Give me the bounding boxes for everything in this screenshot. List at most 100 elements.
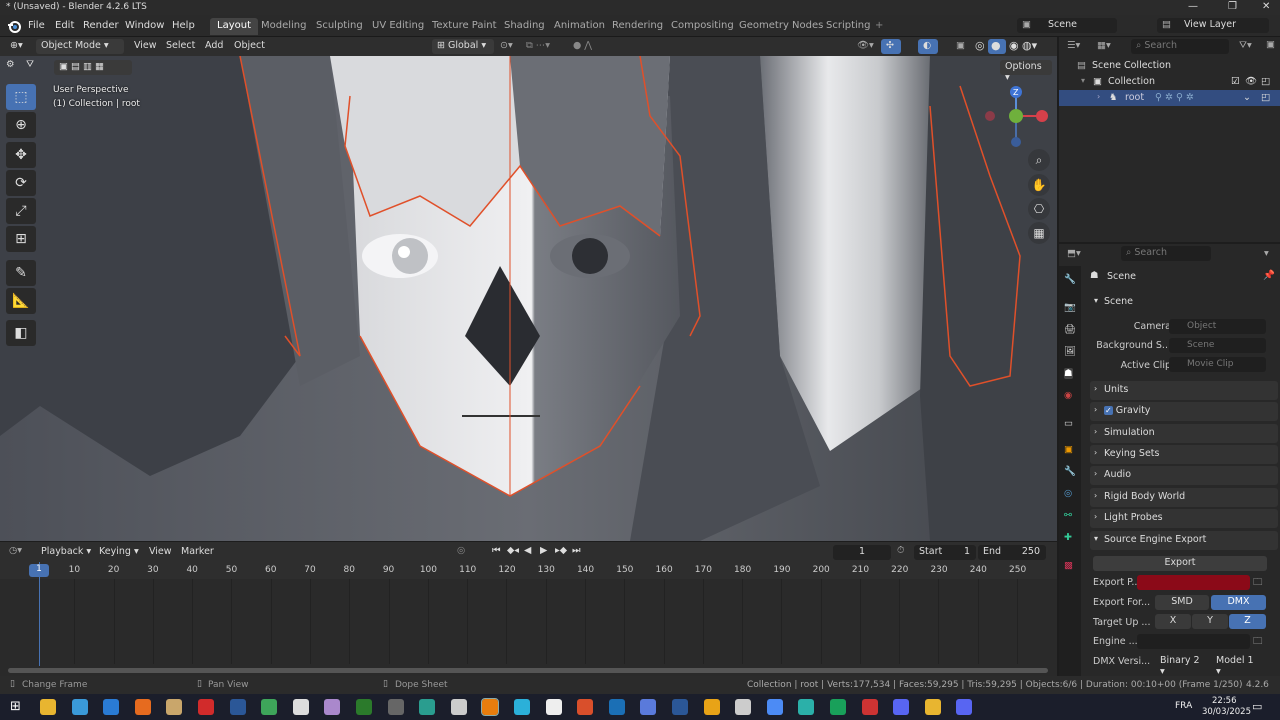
- annotate-tool-icon[interactable]: ✎: [6, 260, 36, 286]
- taskbar-files-icon[interactable]: [514, 699, 530, 715]
- taskbar-word-icon[interactable]: [229, 699, 246, 715]
- scene-tab-icon[interactable]: ☗: [1064, 368, 1073, 379]
- menu-select[interactable]: Select: [166, 40, 195, 51]
- modifier-tab-icon[interactable]: 🔧: [1064, 466, 1076, 477]
- folder-icon[interactable]: 🗀: [1253, 575, 1263, 591]
- visibility-eye-icon[interactable]: ⌄: [1243, 92, 1251, 103]
- windows-start-icon[interactable]: ⊞: [10, 699, 21, 714]
- dmx-model-dropdown[interactable]: Model 1 ▾: [1211, 654, 1266, 677]
- scene-selector[interactable]: ▣ Scene: [1017, 18, 1117, 33]
- taskbar-meta-icon[interactable]: [735, 699, 752, 715]
- panel-light-probes[interactable]: › Light Probes: [1090, 509, 1278, 528]
- menu-add[interactable]: Add: [205, 40, 223, 51]
- menu-marker[interactable]: Marker: [181, 546, 214, 557]
- visibility-icon[interactable]: 👁▾: [857, 40, 874, 51]
- zoom-icon[interactable]: ⌕: [1028, 149, 1050, 171]
- world-tab-icon[interactable]: ◉: [1064, 390, 1072, 401]
- tool-settings-icon[interactable]: ⚙: [6, 59, 20, 74]
- taskbar-file-explorer-icon[interactable]: [40, 699, 56, 715]
- mode-selector[interactable]: Object Mode ▾: [36, 39, 124, 54]
- tree-item-collection[interactable]: ▾ ▣ Collection ☑ 👁 ◰: [1059, 74, 1280, 90]
- format-dmx-button[interactable]: DMX: [1211, 595, 1266, 610]
- taskbar-opera-icon[interactable]: [577, 699, 594, 715]
- dmx-binary-dropdown[interactable]: Binary 2 ▾: [1155, 654, 1209, 677]
- axis-x-button[interactable]: X: [1155, 614, 1191, 629]
- rotate-tool-icon[interactable]: ⟳: [6, 170, 36, 196]
- menu-edit[interactable]: Edit: [55, 20, 74, 31]
- jump-keyframe-back-icon[interactable]: ◆◂: [507, 545, 519, 556]
- menu-keying[interactable]: Keying ▾: [99, 546, 139, 557]
- panel-audio[interactable]: › Audio: [1090, 466, 1278, 485]
- background-scene-field[interactable]: Scene: [1169, 338, 1266, 353]
- view-layer-tab-icon[interactable]: 🖼: [1064, 346, 1076, 357]
- tab-sculpting[interactable]: Sculpting: [309, 18, 370, 35]
- play-icon[interactable]: ▶: [540, 545, 547, 556]
- tab-animation[interactable]: Animation: [547, 18, 612, 35]
- render-tab-icon[interactable]: 📷: [1064, 302, 1076, 313]
- options-dropdown[interactable]: Options ▾: [1000, 60, 1052, 83]
- taskbar-excel-icon[interactable]: [261, 699, 278, 715]
- taskbar-minecraft-icon[interactable]: [356, 699, 372, 715]
- maximize-button[interactable]: ❐: [1228, 1, 1237, 12]
- select-box-tool-icon[interactable]: ⬚: [6, 84, 36, 110]
- properties-options-icon[interactable]: ▾: [1264, 248, 1269, 259]
- format-smd-button[interactable]: SMD: [1155, 595, 1209, 610]
- menu-timeline-view[interactable]: View: [149, 546, 172, 557]
- camera-view-icon[interactable]: ⎔: [1028, 198, 1050, 220]
- select-mode-buttons[interactable]: ▣ ▤ ▥ ▦: [54, 60, 132, 75]
- display-mode-icon[interactable]: ▦▾: [1097, 40, 1111, 51]
- taskbar-scan-icon[interactable]: [861, 699, 878, 715]
- taskbar-blender-icon[interactable]: [481, 698, 500, 716]
- add-workspace-icon[interactable]: +: [875, 20, 883, 31]
- properties-search-input[interactable]: ⌕ Search: [1121, 246, 1211, 261]
- exclude-checkbox[interactable]: ☑: [1231, 76, 1240, 87]
- orientation-selector[interactable]: ⊞ Global ▾: [432, 39, 494, 54]
- measure-tool-icon[interactable]: 📐: [6, 288, 36, 314]
- folder-icon[interactable]: 🗀: [1253, 634, 1263, 650]
- taskbar-discord-icon[interactable]: [956, 699, 973, 715]
- new-collection-icon[interactable]: ▣: [1266, 39, 1275, 50]
- current-frame-field[interactable]: 1: [833, 545, 891, 560]
- data-tab-icon[interactable]: ✚: [1064, 532, 1072, 543]
- pan-hand-icon[interactable]: ✋: [1028, 174, 1050, 196]
- engine-path-field[interactable]: [1137, 634, 1250, 649]
- input-language[interactable]: FRA: [1175, 701, 1192, 711]
- panel-simulation[interactable]: › Simulation: [1090, 424, 1278, 443]
- timeline-area[interactable]: 1102030405060708090100110120130140150160…: [0, 562, 1057, 676]
- tab-geometry-nodes[interactable]: Geometry Nodes: [732, 18, 830, 35]
- tab-scripting[interactable]: Scripting: [819, 18, 877, 35]
- shading-material-icon[interactable]: ◉: [1009, 39, 1019, 52]
- auto-keying-icon[interactable]: ◎: [457, 545, 465, 556]
- scale-tool-icon[interactable]: ⤢: [6, 198, 36, 224]
- menu-render[interactable]: Render: [83, 20, 119, 31]
- clock-date[interactable]: 30/03/2025: [1202, 707, 1251, 717]
- taskbar-pdf-icon[interactable]: [198, 699, 214, 715]
- active-clip-field[interactable]: Movie Clip: [1169, 357, 1266, 372]
- panel-gravity[interactable]: › ✓ Gravity: [1090, 402, 1278, 421]
- jump-keyframe-forward-icon[interactable]: ▸◆: [555, 545, 567, 556]
- visibility-eye-icon[interactable]: 👁: [1245, 76, 1257, 87]
- outliner-search-input[interactable]: ⌕ Search: [1131, 39, 1229, 54]
- taskbar-ink-icon[interactable]: [387, 699, 404, 715]
- notification-icon[interactable]: ▭: [1252, 700, 1262, 713]
- clock-time[interactable]: 22:56: [1212, 696, 1237, 706]
- jump-end-icon[interactable]: ⏭: [572, 545, 581, 556]
- proportional-edit-icon[interactable]: ● ⋀: [573, 40, 592, 51]
- xray-icon[interactable]: ▣: [956, 40, 965, 51]
- taskbar-folder-icon[interactable]: [924, 699, 941, 715]
- axis-z-button[interactable]: Z: [1229, 614, 1266, 629]
- overlay-toggle-icon[interactable]: ◐: [918, 39, 938, 54]
- end-frame-field[interactable]: End 250: [978, 545, 1046, 560]
- tree-item-scene-collection[interactable]: ▤ Scene Collection: [1059, 58, 1280, 74]
- tab-rendering[interactable]: Rendering: [605, 18, 670, 35]
- tab-layout[interactable]: Layout: [210, 18, 258, 35]
- taskbar-chrome-icon[interactable]: [71, 699, 88, 715]
- jump-start-icon[interactable]: ⏮: [492, 545, 501, 556]
- taskbar-vs-icon[interactable]: [640, 699, 657, 715]
- expand-arrow-icon[interactable]: ›: [1097, 92, 1100, 101]
- taskbar-notepad-icon[interactable]: [166, 699, 183, 715]
- outliner-editor-icon[interactable]: ☰▾: [1067, 40, 1080, 51]
- tab-shading[interactable]: Shading: [497, 18, 552, 35]
- taskbar-store-icon[interactable]: [798, 699, 815, 715]
- taskbar-cinema4d-icon[interactable]: [703, 699, 720, 715]
